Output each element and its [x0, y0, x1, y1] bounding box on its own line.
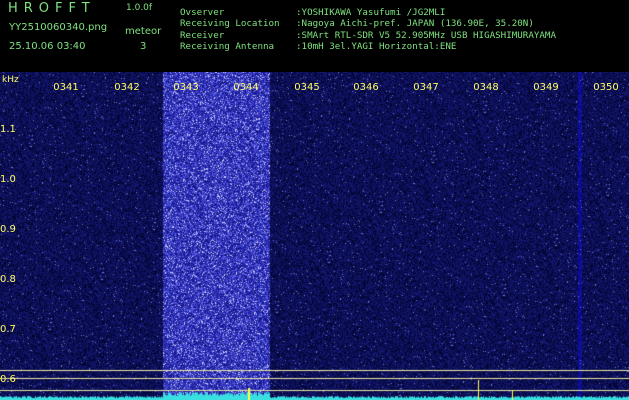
time-label-0346: 0346	[353, 82, 379, 93]
freq-label-1.1: 1.1	[0, 124, 16, 135]
info-row-location: Receiving Location :Nagoya Aichi-pref. JA…	[180, 19, 534, 28]
time-label-0349: 0349	[533, 82, 559, 93]
time-label-0342: 0342	[114, 82, 140, 93]
info-value: :Nagoya Aichi-pref. JAPAN (136.90E, 35.2…	[296, 18, 534, 29]
time-label-0347: 0347	[413, 82, 439, 93]
info-row-observer: Ovserver :YOSHIKAWA Yasufumi /JG2MLI	[180, 8, 445, 17]
info-key: Ovserver	[180, 7, 225, 18]
info-value: :YOSHIKAWA Yasufumi /JG2MLI	[296, 7, 446, 18]
info-value: :SMArt RTL-SDR V5 52.905MHz USB HIGASHIM…	[296, 30, 556, 41]
time-label-0348: 0348	[473, 82, 499, 93]
frequency-unit-label: kHz	[2, 75, 19, 85]
time-label-0345: 0345	[294, 82, 320, 93]
info-key: Receiving Antenna	[180, 41, 275, 52]
freq-label-0.6: 0.6	[0, 374, 16, 385]
time-label-0350: 0350	[593, 82, 619, 93]
meteor-count: 3	[140, 41, 147, 52]
time-label-0344: 0344	[233, 82, 259, 93]
info-key: Receiver	[180, 30, 225, 41]
info-row-antenna: Receiving Antenna :10mH 3el.YAGI Horizont…	[180, 42, 456, 51]
mode-label: meteor	[125, 26, 162, 37]
freq-label-0.8: 0.8	[0, 274, 16, 285]
file-name: YY2510060340.png	[9, 22, 108, 33]
info-key: Receiving Location	[180, 18, 280, 29]
freq-label-0.9: 0.9	[0, 224, 16, 235]
app-version: 1.0.0f	[126, 3, 153, 13]
date-time: 25.10.06 03:40	[9, 41, 86, 52]
time-label-0341: 0341	[53, 82, 79, 93]
spectrogram-canvas	[0, 72, 629, 400]
header-panel: HROFFT 1.0.0f YY2510060340.png meteor 25…	[0, 0, 629, 72]
info-value: :10mH 3el.YAGI Horizontal:ENE	[296, 41, 457, 52]
freq-label-1.0: 1.0	[0, 174, 16, 185]
info-row-receiver: Receiver :SMArt RTL-SDR V5 52.905MHz USB …	[180, 31, 556, 40]
freq-label-0.7: 0.7	[0, 324, 16, 335]
app-title: HROFFT	[8, 1, 96, 16]
time-label-0343: 0343	[173, 82, 199, 93]
